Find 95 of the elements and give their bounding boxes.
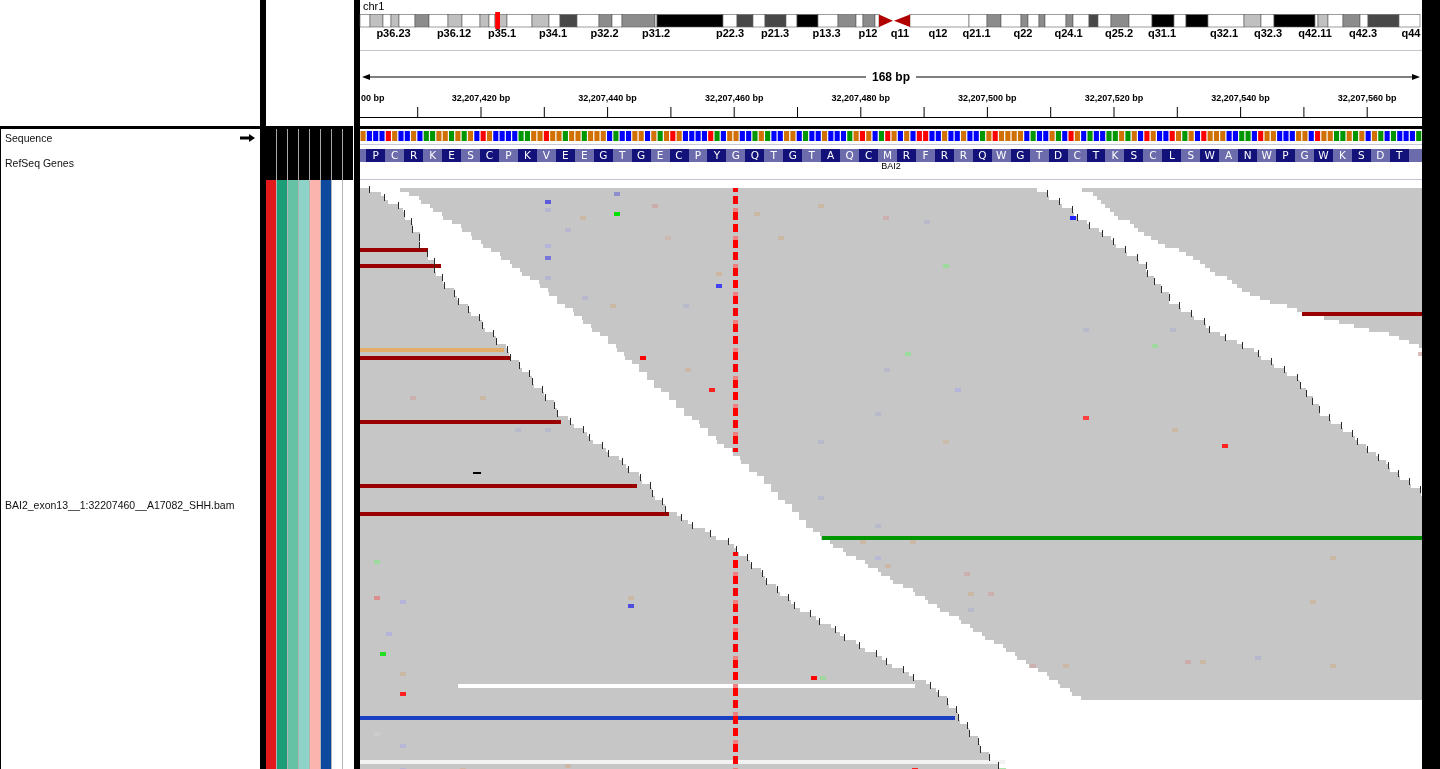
ruler-tick-label: 32,207,420 bp — [451, 93, 511, 104]
amino-acid: N — [1238, 149, 1258, 162]
amino-acid: C — [480, 149, 499, 162]
amino-acid: E — [442, 149, 462, 162]
amino-acid: K — [517, 149, 537, 162]
cytoband-label: q22 — [1013, 27, 1033, 39]
ruler-tick-label: 00 bp — [361, 93, 385, 104]
amino-acid: Y — [707, 149, 727, 162]
amino-acid: P — [366, 149, 386, 162]
cytoband-label: p21.3 — [760, 27, 790, 39]
amino-acid: E — [555, 149, 575, 162]
gene-name: BAI2 — [881, 162, 901, 171]
amino-acid: G — [783, 149, 803, 162]
amino-acid: C — [1072, 149, 1082, 162]
amino-acid: S — [1351, 149, 1371, 162]
amino-acid: E — [579, 149, 589, 162]
amino-acid: D — [1048, 149, 1068, 162]
cytoband-label: q25.2 — [1104, 27, 1134, 39]
ruler-tick-label: 32,207,540 bp — [1211, 93, 1270, 104]
amino-acid: K — [1337, 149, 1347, 162]
track-name[interactable]: BAI2_exon13__1:32207460__A17082_SHH.bam — [5, 499, 235, 511]
ruler-tick-label: 32,207,520 bp — [1084, 93, 1144, 104]
amino-acid: S — [1124, 149, 1144, 162]
cytoband-label: p36.12 — [436, 27, 472, 39]
amino-acid: L — [1162, 149, 1182, 162]
amino-acid: E — [655, 149, 665, 162]
cytoband-label: q31.1 — [1147, 27, 1177, 39]
amino-acid: W — [1200, 149, 1220, 162]
amino-acid: F — [921, 149, 930, 162]
cytoband-label: p36.23 — [376, 27, 411, 39]
amino-acid: G — [1010, 149, 1030, 162]
amino-acid: C — [859, 149, 879, 162]
amino-acid: W — [1260, 149, 1273, 162]
amino-acid: Q — [844, 149, 855, 162]
amino-acid: M — [882, 149, 894, 162]
amino-acid: C — [390, 149, 400, 162]
amino-acid: T — [807, 149, 816, 162]
amino-acid: T — [769, 149, 778, 162]
ruler-tick-label: 32,207,460 bp — [704, 93, 764, 104]
cytoband-label: p35.1 — [487, 27, 517, 39]
amino-acid: G — [631, 149, 651, 162]
amino-acid: W — [1313, 149, 1333, 162]
region-marker-icon — [495, 12, 500, 29]
ruler-tick-label: 32,207,500 bp — [958, 93, 1017, 104]
ruler-tick-label: 32,207,560 bp — [1337, 93, 1397, 104]
cytoband-label: p12 — [858, 27, 878, 39]
amino-acid: S — [1186, 149, 1196, 162]
amino-acid: P — [504, 149, 513, 162]
amino-acid: Q — [745, 149, 765, 162]
cytoband-label: p13.3 — [812, 27, 841, 39]
cytoband-label: q32.1 — [1209, 27, 1239, 39]
track-name[interactable]: Sequence — [5, 132, 53, 144]
cytoband-label: q42.3 — [1348, 27, 1378, 39]
amino-acid: G — [1299, 149, 1310, 162]
amino-acid: R — [897, 149, 916, 162]
amino-acid: A — [821, 149, 841, 162]
amino-acid: R — [404, 149, 424, 162]
cytoband-label: q11 — [890, 27, 910, 39]
cytoband-label: p34.1 — [538, 27, 568, 39]
chromosome-ideogram[interactable] — [359, 14, 1421, 28]
amino-acid: D — [1375, 149, 1386, 162]
amino-acid: T — [1034, 149, 1044, 162]
cytoband-label: q42.11 — [1298, 27, 1332, 39]
amino-acid: P — [1276, 149, 1295, 162]
cytoband-label: q32.3 — [1253, 27, 1283, 39]
cytoband-label: p32.2 — [590, 27, 619, 39]
amino-acid: R — [958, 149, 968, 162]
amino-acid: S — [466, 149, 475, 162]
cytoband-label: p31.2 — [641, 27, 671, 39]
cytoband-label: q44 — [1401, 27, 1421, 39]
amino-acid: G — [730, 149, 741, 162]
amino-acid: K — [428, 149, 438, 162]
amino-acid: T — [1086, 149, 1106, 162]
amino-acid: A — [1224, 149, 1234, 162]
amino-acid: C — [1148, 149, 1158, 162]
amino-acid: T — [1389, 149, 1409, 162]
amino-acid: K — [1110, 149, 1120, 162]
amino-acid: Q — [972, 149, 992, 162]
ruler-tick-label: 32,207,440 bp — [578, 93, 637, 104]
amino-acid: W — [995, 149, 1008, 162]
ruler-tick-label: 32,207,480 bp — [831, 93, 891, 104]
cytoband-label: q24.1 — [1054, 27, 1083, 39]
cytoband-label: p22.3 — [715, 27, 745, 39]
amino-acid: C — [669, 149, 689, 162]
amino-acid: R — [934, 149, 954, 162]
strand-arrow-icon[interactable] — [240, 134, 255, 142]
cytoband-label: q12 — [928, 27, 948, 39]
track-name[interactable]: RefSeq Genes — [5, 157, 74, 169]
ruler-span-label: 168 bp — [872, 71, 910, 83]
cytoband-label: q21.1 — [962, 27, 991, 39]
amino-acid: V — [541, 149, 551, 162]
amino-acid: P — [693, 149, 703, 162]
chromosome-name: chr1 — [363, 0, 385, 12]
amino-acid: G — [593, 149, 613, 162]
amino-acid: T — [617, 149, 627, 162]
